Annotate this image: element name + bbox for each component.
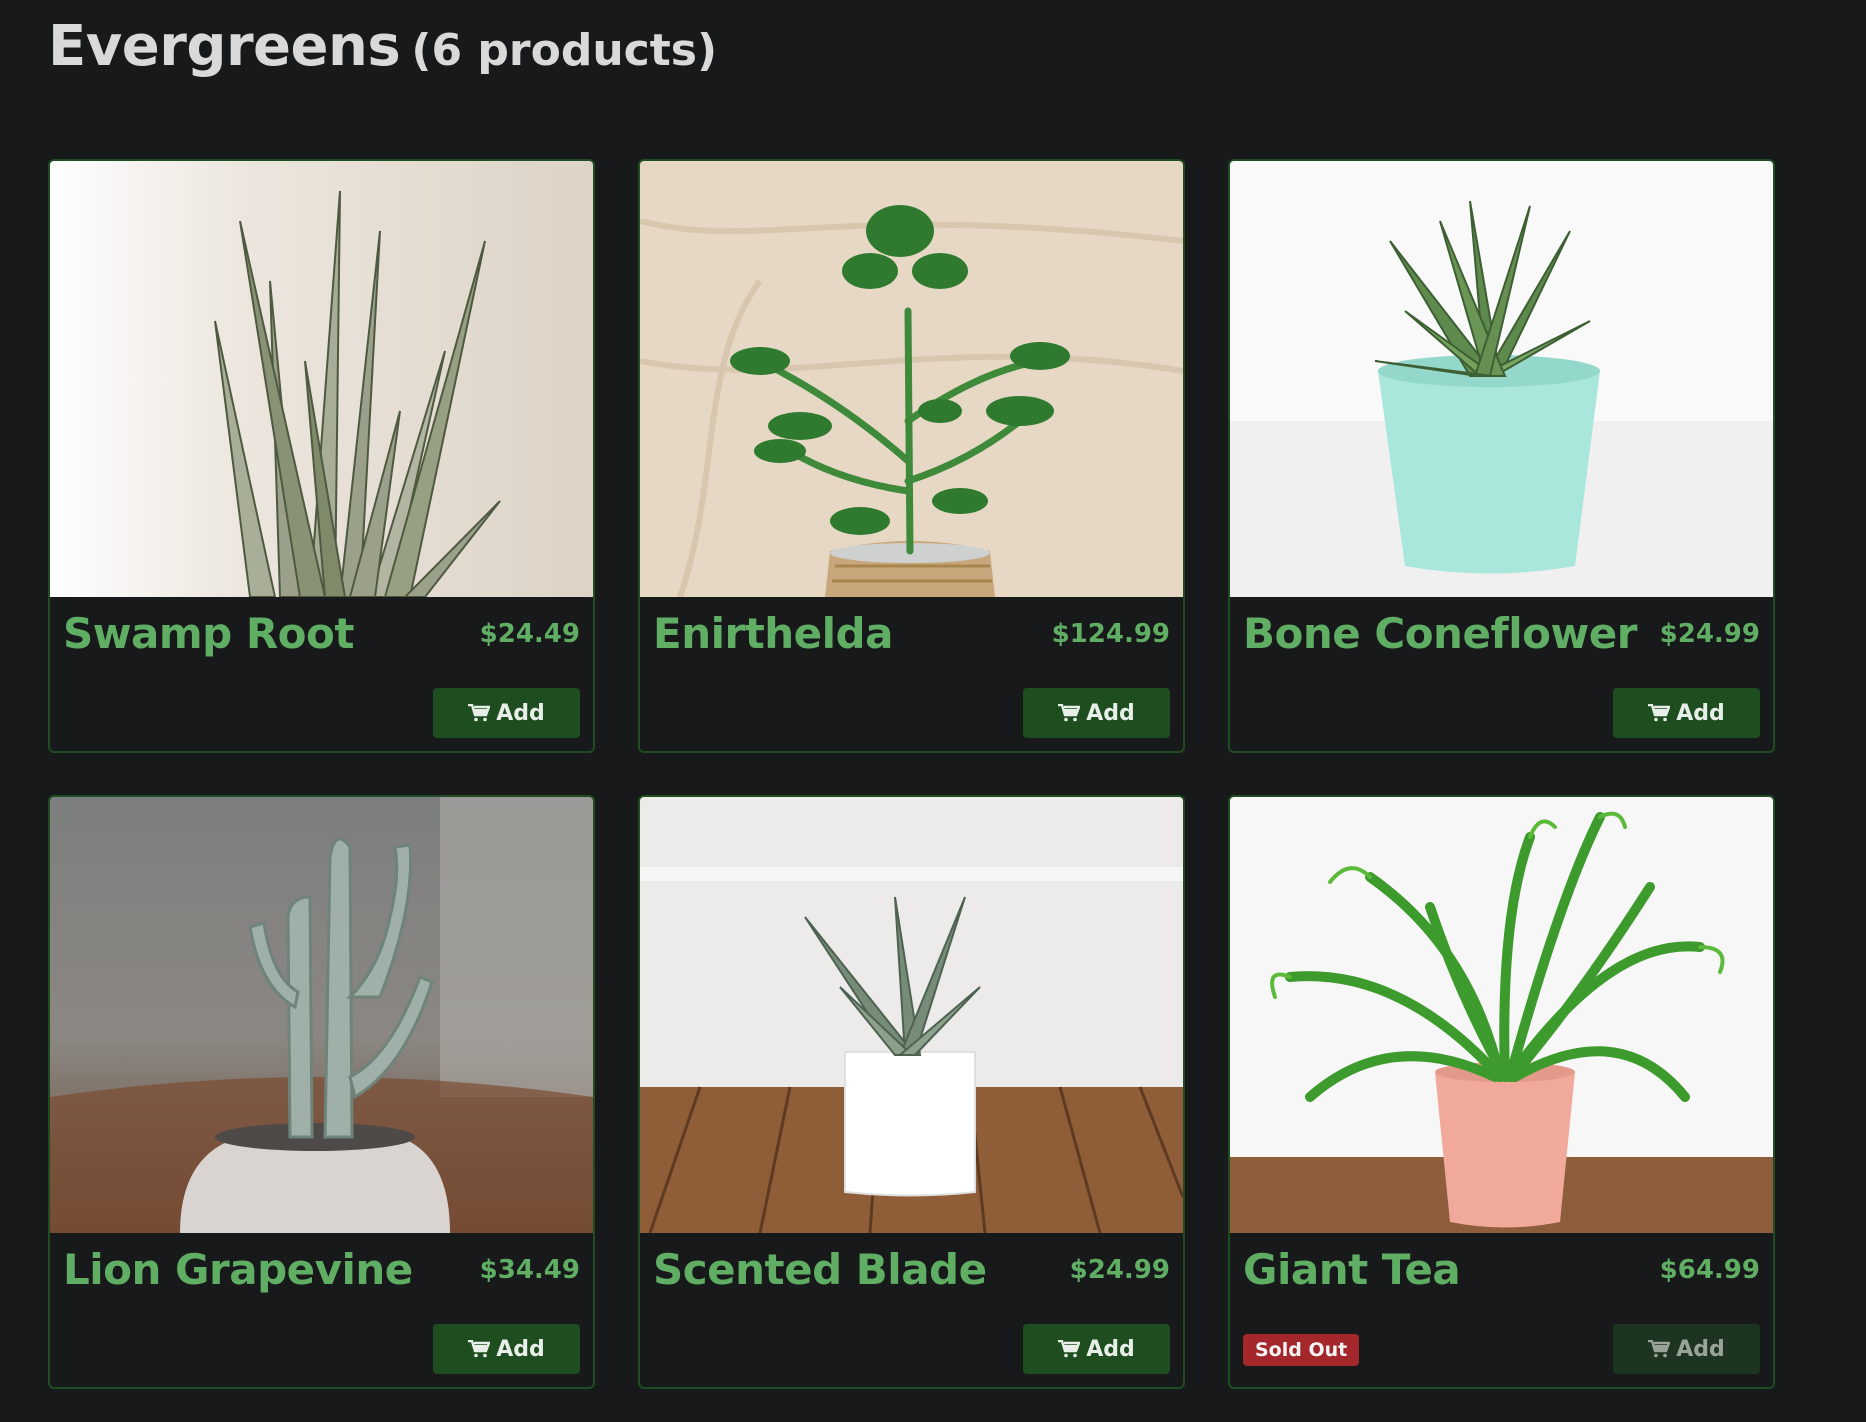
- product-image[interactable]: [1230, 161, 1773, 597]
- add-button-label: Add: [1676, 700, 1725, 726]
- sold-out-badge: Sold Out: [1243, 1334, 1360, 1366]
- product-card[interactable]: Scented Blade $24.99 Add: [638, 795, 1185, 1389]
- product-name[interactable]: Enirthelda: [653, 609, 893, 658]
- product-image[interactable]: [640, 797, 1183, 1233]
- shopping-cart-icon: [468, 1340, 491, 1358]
- product-card[interactable]: Giant Tea $64.99 Sold Out Add: [1228, 795, 1775, 1389]
- product-image[interactable]: [50, 161, 593, 597]
- product-name[interactable]: Swamp Root: [63, 609, 354, 658]
- shopping-cart-icon: [1648, 704, 1671, 722]
- product-price: $34.49: [479, 1255, 580, 1285]
- product-card[interactable]: Enirthelda $124.99 Add: [638, 159, 1185, 753]
- add-to-cart-button[interactable]: Add: [1023, 688, 1170, 738]
- product-count: (6 products): [411, 25, 718, 76]
- product-name[interactable]: Bone Coneflower: [1243, 609, 1637, 658]
- add-to-cart-button[interactable]: Add: [1023, 1324, 1170, 1374]
- product-name[interactable]: Scented Blade: [653, 1245, 987, 1294]
- product-card[interactable]: Swamp Root $24.49 Add: [48, 159, 595, 753]
- shopping-cart-icon: [1058, 1340, 1081, 1358]
- product-image[interactable]: [640, 161, 1183, 597]
- product-price: $64.99: [1659, 1255, 1760, 1285]
- product-image[interactable]: [50, 797, 593, 1233]
- shopping-cart-icon: [468, 704, 491, 722]
- add-button-label: Add: [1086, 1336, 1135, 1362]
- product-card[interactable]: Bone Coneflower $24.99 Add: [1228, 159, 1775, 753]
- product-price: $124.99: [1051, 619, 1170, 649]
- product-price: $24.99: [1659, 619, 1760, 649]
- shopping-cart-icon: [1648, 1340, 1671, 1358]
- add-button-label: Add: [1676, 1336, 1725, 1362]
- add-to-cart-button[interactable]: Add: [1613, 1324, 1760, 1374]
- add-button-label: Add: [1086, 700, 1135, 726]
- add-button-label: Add: [496, 1336, 545, 1362]
- add-to-cart-button[interactable]: Add: [433, 1324, 580, 1374]
- shopping-cart-icon: [1058, 704, 1081, 722]
- add-to-cart-button[interactable]: Add: [433, 688, 580, 738]
- product-name[interactable]: Lion Grapevine: [63, 1245, 413, 1294]
- add-button-label: Add: [496, 700, 545, 726]
- product-name[interactable]: Giant Tea: [1243, 1245, 1461, 1294]
- add-to-cart-button[interactable]: Add: [1613, 688, 1760, 738]
- collection-title: Evergreens: [48, 14, 401, 79]
- product-collection-page: Evergreens (6 products) Swamp Root $24.4…: [0, 0, 1866, 1422]
- collection-heading: Evergreens (6 products): [48, 14, 717, 79]
- product-image[interactable]: [1230, 797, 1773, 1233]
- product-card[interactable]: Lion Grapevine $34.49 Add: [48, 795, 595, 1389]
- product-grid: Swamp Root $24.49 Add Enirthelda $124.99…: [48, 159, 1775, 1389]
- product-price: $24.99: [1069, 1255, 1170, 1285]
- product-price: $24.49: [479, 619, 580, 649]
